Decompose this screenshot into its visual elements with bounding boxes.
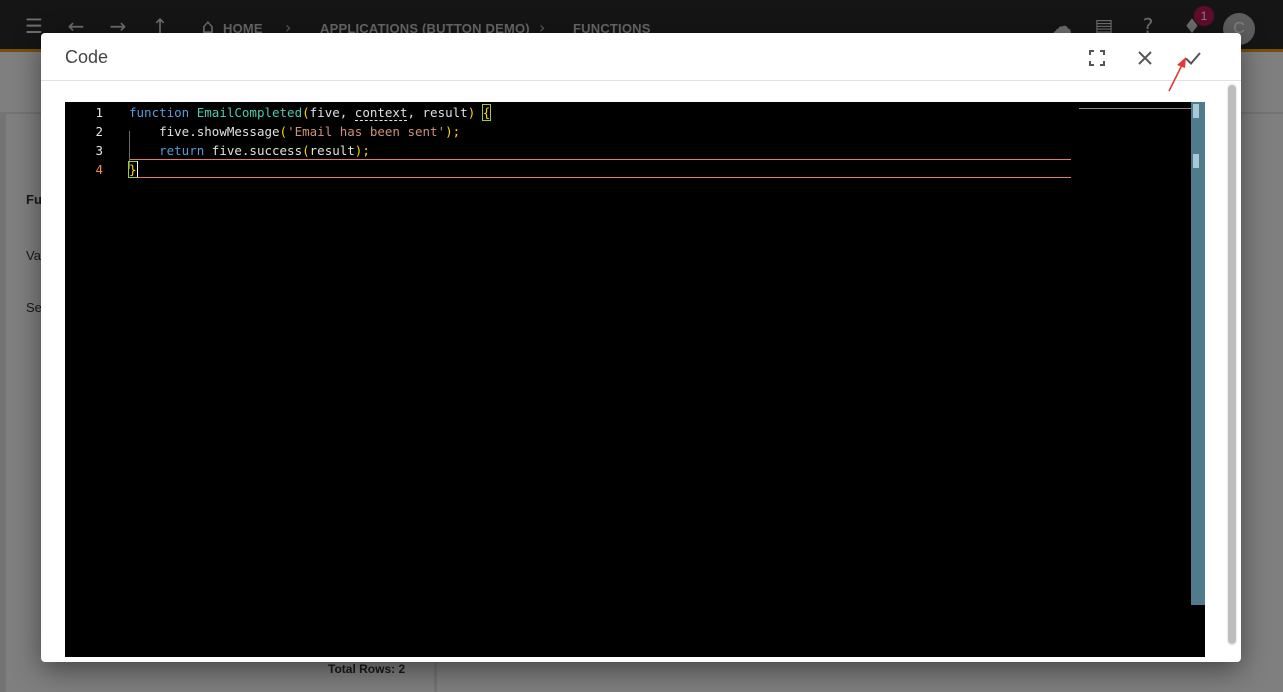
code-line: } <box>128 161 138 178</box>
line-number-active: 4 <box>95 162 103 177</box>
text-cursor <box>137 161 138 177</box>
dialog-header: Code <box>41 33 1241 81</box>
code-area[interactable]: function EmailCompleted(five, context, r… <box>128 102 1065 657</box>
line-number: 1 <box>95 105 103 120</box>
scrollbar-marker <box>1193 154 1199 168</box>
scrollbar-marker <box>1193 104 1199 118</box>
code-dialog: Code 1 2 3 4 function EmailCompleted(fiv… <box>41 33 1241 662</box>
fullscreen-button[interactable] <box>1082 43 1112 73</box>
code-line: return five.success(result); <box>159 143 370 158</box>
minimap[interactable] <box>1079 102 1191 112</box>
dialog-scrollbar-thumb[interactable] <box>1228 85 1236 644</box>
close-icon <box>1138 51 1152 65</box>
code-editor[interactable]: 1 2 3 4 function EmailCompleted(five, co… <box>65 102 1205 657</box>
line-number: 2 <box>95 124 103 139</box>
minimap-viewport <box>1079 108 1191 109</box>
dialog-scrollbar[interactable] <box>1227 83 1237 646</box>
close-button[interactable] <box>1130 43 1160 73</box>
line-number-gutter: 1 2 3 4 <box>65 102 125 657</box>
code-line: five.showMessage('Email has been sent'); <box>159 124 461 139</box>
fullscreen-icon <box>1089 50 1105 66</box>
editor-scrollbar[interactable] <box>1191 102 1205 605</box>
line-number: 3 <box>95 143 103 158</box>
annotation-arrow <box>1168 57 1186 92</box>
code-line: function EmailCompleted(five, context, r… <box>129 104 492 121</box>
dialog-title: Code <box>65 47 109 67</box>
